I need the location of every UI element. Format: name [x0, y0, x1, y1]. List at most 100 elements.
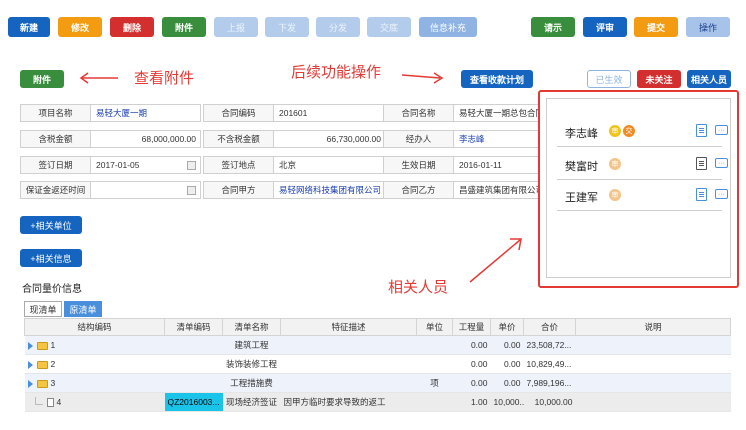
col-unit-price[interactable]: 单价: [490, 318, 524, 336]
tab-original-list[interactable]: 原清单: [64, 301, 102, 317]
table-header: 结构编码 清单编码 清单名称 特征描述 单位 工程量 单价 合价 说明: [24, 318, 731, 336]
col-description[interactable]: 特征描述: [280, 318, 417, 336]
delete-button[interactable]: 删除: [110, 17, 154, 37]
item-name: 建筑工程: [222, 335, 281, 355]
document-icon[interactable]: [696, 124, 707, 137]
distribute-button[interactable]: 分发: [316, 17, 360, 37]
col-structure-code[interactable]: 结构编码: [24, 318, 165, 336]
review-button[interactable]: 评审: [583, 17, 627, 37]
item-note: [575, 373, 731, 393]
item-unit: [416, 392, 453, 412]
table-row[interactable]: 3 工程措施费 项 0.00 0.00 7,989,196...: [24, 373, 731, 393]
person-name: 王建军: [565, 192, 598, 204]
chat-icon[interactable]: ···: [715, 158, 728, 168]
sign-date-label: 签订日期: [20, 156, 91, 174]
item-code: [164, 335, 223, 355]
deposit-return-field[interactable]: [91, 181, 201, 199]
person-item[interactable]: 李志峰 审 交 ···: [557, 117, 728, 147]
col-unit[interactable]: 单位: [416, 318, 453, 336]
folder-icon: [36, 360, 48, 369]
contract-no-field[interactable]: 201601: [274, 104, 386, 122]
tab-current-list[interactable]: 现清单: [24, 301, 62, 317]
item-price: 10,000...: [490, 392, 524, 412]
expand-icon[interactable]: [27, 360, 33, 369]
sign-date-field[interactable]: 2017-01-05: [91, 156, 201, 174]
item-code[interactable]: QZ2016003...: [164, 392, 223, 412]
arrow-left-icon: [79, 72, 118, 84]
tax-incl-field[interactable]: 68,000,000.00: [91, 130, 201, 148]
col-total[interactable]: 合价: [523, 318, 576, 336]
expand-icon[interactable]: [27, 379, 33, 388]
col-quantity[interactable]: 工程量: [452, 318, 491, 336]
review-badge: 审: [609, 125, 621, 137]
tax-excl-field[interactable]: 66,730,000.00: [274, 130, 386, 148]
party-a-field[interactable]: 易轻网络科技集团有限公司: [274, 181, 386, 199]
related-persons-button[interactable]: 相关人员: [687, 70, 731, 88]
person-item[interactable]: 樊富时 审 ···: [557, 150, 728, 180]
attachment-view-button[interactable]: 附件: [20, 70, 64, 88]
handler-label: 经办人: [383, 130, 454, 148]
submit-button[interactable]: 提交: [634, 17, 678, 37]
item-unit: [416, 335, 453, 355]
request-button[interactable]: 请示: [531, 17, 575, 37]
review-badge: 审: [609, 158, 621, 170]
item-desc: [280, 335, 417, 355]
report-button[interactable]: 上报: [214, 17, 258, 37]
table-row[interactable]: 1 建筑工程 0.00 0.00 23,508,72...: [24, 335, 731, 355]
project-name-label: 项目名称: [20, 104, 91, 122]
item-qty: 1.00: [452, 392, 491, 412]
table-row[interactable]: 4 QZ2016003... 现场经济签证 因甲方临时要求导致的返工 1.00 …: [24, 392, 731, 412]
structure-code: 3: [50, 378, 56, 388]
review-badge: 审: [609, 189, 621, 201]
structure-code: 4: [56, 396, 62, 407]
party-b-field[interactable]: 昌盛建筑集团有限公司: [454, 181, 540, 199]
deposit-return-label: 保证金返还时间: [20, 181, 91, 199]
table-row[interactable]: 2 装饰装修工程 0.00 0.00 10,829,49...: [24, 354, 731, 374]
item-price: 0.00: [490, 373, 524, 393]
operate-button[interactable]: 操作: [686, 17, 730, 37]
tax-incl-label: 含税金额: [20, 130, 91, 148]
person-name: 李志峰: [565, 128, 598, 140]
chat-icon[interactable]: ···: [715, 189, 728, 199]
document-icon[interactable]: [696, 188, 707, 201]
item-note: [575, 354, 731, 374]
handler-field[interactable]: 李志峰: [454, 130, 540, 148]
calendar-icon[interactable]: [187, 186, 196, 195]
handover-button[interactable]: 交底: [367, 17, 411, 37]
contract-name-label: 合同名称: [383, 104, 454, 122]
effect-date-value: 2016-01-11: [459, 160, 502, 170]
item-code: [164, 354, 223, 374]
folder-icon: [36, 341, 48, 350]
item-qty: 0.00: [452, 373, 491, 393]
item-total: 10,829,49...: [523, 354, 576, 374]
issue-button[interactable]: 下发: [265, 17, 309, 37]
status-effective-badge: 已生效: [587, 70, 631, 88]
item-price: 0.00: [490, 335, 524, 355]
new-button[interactable]: 新建: [8, 17, 50, 37]
item-note: [575, 392, 731, 412]
unfollowed-button[interactable]: 未关注: [637, 70, 681, 88]
item-price: 0.00: [490, 354, 524, 374]
item-code: [164, 373, 223, 393]
col-note[interactable]: 说明: [575, 318, 731, 336]
document-icon[interactable]: [696, 157, 707, 170]
project-name-field[interactable]: 易轻大厦一期: [91, 104, 201, 122]
chat-icon[interactable]: ···: [715, 125, 728, 135]
person-item[interactable]: 王建军 审 ···: [557, 181, 728, 211]
effect-date-field[interactable]: 2016-01-11: [454, 156, 540, 174]
col-item-name[interactable]: 清单名称: [222, 318, 281, 336]
sign-place-field[interactable]: 北京: [274, 156, 386, 174]
expand-icon[interactable]: [27, 341, 33, 350]
calendar-icon[interactable]: [187, 161, 196, 170]
add-related-info-button[interactable]: +相关信息: [20, 249, 82, 267]
contract-name-field[interactable]: 易轻大厦一期总包合同: [454, 104, 540, 122]
edit-button[interactable]: 修改: [58, 17, 102, 37]
effect-date-label: 生效日期: [383, 156, 454, 174]
attachment-button[interactable]: 附件: [162, 17, 206, 37]
info-supplement-button[interactable]: 信息补充: [419, 17, 477, 37]
add-related-unit-button[interactable]: +相关单位: [20, 216, 82, 234]
col-item-code[interactable]: 清单编码: [164, 318, 223, 336]
view-payment-plan-button[interactable]: 查看收款计划: [461, 70, 533, 88]
sign-place-label: 签订地点: [203, 156, 274, 174]
contract-no-label: 合同编码: [203, 104, 274, 122]
